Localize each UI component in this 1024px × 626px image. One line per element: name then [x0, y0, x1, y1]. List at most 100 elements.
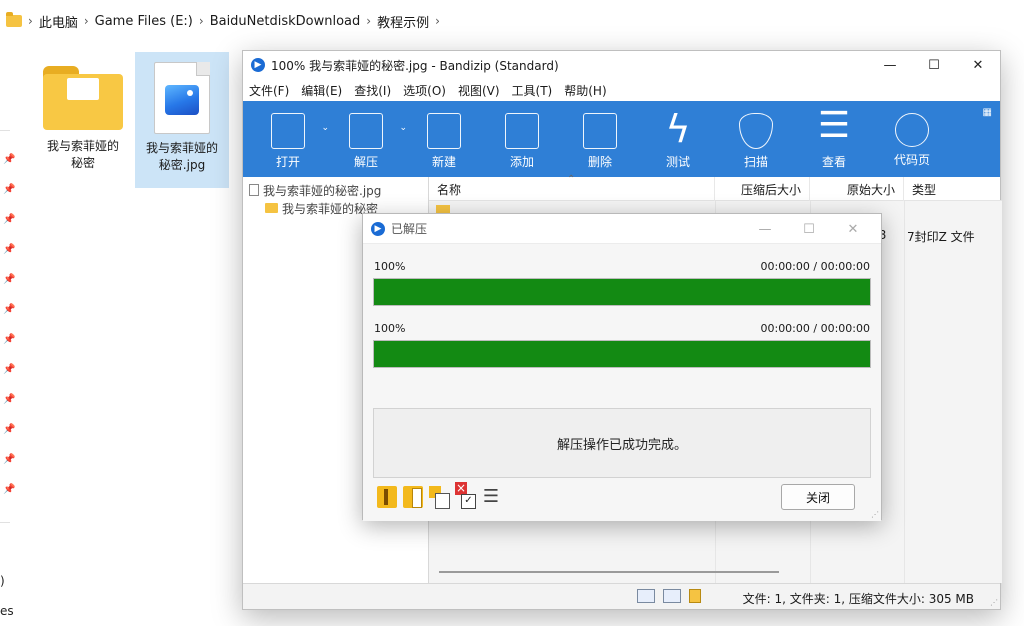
menu-bar: 文件(F) 编辑(E) 查找(I) 选项(O) 视图(V) 工具(T) 帮助(H… [243, 79, 1000, 101]
menu-tools[interactable]: 工具(T) [512, 82, 553, 99]
menu-options[interactable]: 选项(O) [403, 82, 446, 99]
menu-file[interactable]: 文件(F) [249, 82, 289, 99]
menu-icon[interactable]: ☰ [481, 486, 501, 508]
new-archive-button[interactable]: 新建 [405, 101, 483, 177]
column-packed-size[interactable]: 压缩后大小 [715, 177, 810, 201]
pin-icon[interactable]: 📌 [3, 154, 15, 165]
toolbar: ⌄ 打开 ⌄ 解压 新建 添加 删除 测试 扫描 查看 [243, 101, 1000, 177]
delete-archive-icon[interactable] [455, 482, 476, 509]
open-button[interactable]: ⌄ 打开 [249, 101, 329, 177]
minimize-button[interactable]: — [743, 214, 787, 244]
minimize-button[interactable]: — [868, 51, 912, 79]
tree-item-label: 我与索菲娅的秘密.jpg [263, 183, 382, 198]
divider [0, 130, 10, 131]
pin-icon[interactable]: 📌 [3, 304, 15, 315]
toolbar-label: 删除 [587, 155, 612, 169]
column-divider [904, 201, 905, 583]
toolbar-label: 测试 [665, 155, 690, 169]
nav-item-label[interactable]: es [0, 604, 14, 618]
toolbar-label: 扫描 [743, 155, 768, 169]
add-icon [505, 113, 539, 149]
status-text: 文件: 1, 文件夹: 1, 压缩文件大小: 305 MB [742, 592, 974, 606]
pin-icon[interactable]: 📌 [3, 184, 15, 195]
toolbar-label: 解压 [353, 155, 378, 169]
preview-pane-icon[interactable] [663, 589, 681, 603]
test-button[interactable]: 测试 [639, 101, 717, 177]
maximize-button[interactable]: ☐ [912, 51, 956, 79]
column-label: 名称 [437, 182, 462, 197]
breadcrumb-baidu-folder[interactable]: BaiduNetdiskDownload [210, 14, 361, 29]
pin-icon[interactable]: 📌 [3, 484, 15, 495]
open-folder-icon[interactable] [403, 486, 423, 508]
progress-fill [374, 279, 870, 305]
breadcrumb-this-pc[interactable]: 此电脑 [39, 12, 78, 31]
pin-icon[interactable]: 📌 [3, 394, 15, 405]
column-label: 压缩后大小 [740, 182, 801, 197]
file-name-line: 我与索菲娅的 [145, 141, 218, 155]
file-tile-jpg[interactable]: 我与索菲娅的 秘密.jpg [135, 52, 229, 188]
horizontal-scrollbar[interactable] [439, 571, 779, 573]
title-bar[interactable]: ▶ 100% 我与索菲娅的秘密.jpg - Bandizip (Standard… [243, 51, 1000, 79]
pin-icon[interactable]: 📌 [3, 244, 15, 255]
close-button[interactable]: ✕ [831, 214, 875, 244]
resize-grip-icon[interactable]: ⋰ [871, 510, 879, 519]
type-cell: 7封印Z 文件 [907, 230, 975, 244]
close-button[interactable]: ✕ [956, 51, 1000, 79]
progress-time: 00:00:00 / 00:00:00 [760, 260, 870, 273]
address-breadcrumb[interactable]: › 此电脑 › Game Files (E:) › BaiduNetdiskDo… [0, 0, 1024, 42]
progress-percent: 100% [374, 260, 406, 273]
chevron-right-icon: › [435, 14, 440, 28]
bandizip-logo-icon: ▶ [371, 221, 385, 236]
menu-view[interactable]: 视图(V) [458, 82, 500, 99]
dialog-title: 已解压 [391, 222, 428, 236]
resize-grip-icon[interactable]: ⋰ [990, 598, 998, 607]
pin-icon[interactable]: 📌 [3, 454, 15, 465]
delete-button[interactable]: 删除 [561, 101, 639, 177]
nav-item-label[interactable]: ) [0, 574, 5, 588]
menu-find[interactable]: 查找(I) [354, 82, 391, 99]
message-text: 解压操作已成功完成。 [556, 437, 687, 453]
chevron-right-icon: › [83, 14, 89, 28]
toolbar-label: 代码页 [893, 153, 930, 167]
file-tile-folder[interactable]: 我与索菲娅的 秘密 [36, 52, 130, 172]
tree-item-archive[interactable]: 我与索菲娅的秘密.jpg [243, 181, 428, 199]
extract-button[interactable]: ⌄ 解压 [327, 101, 407, 177]
add-button[interactable]: 添加 [483, 101, 561, 177]
pin-icon[interactable]: 📌 [3, 364, 15, 375]
copy-icon[interactable] [429, 486, 450, 509]
column-type[interactable]: 类型 [904, 177, 1002, 201]
sort-ascending-icon: ⌃ [567, 174, 576, 185]
window-title: 100% 我与索菲娅的秘密.jpg - Bandizip (Standard) [271, 58, 559, 73]
layout-grid-icon[interactable]: ▦ [983, 107, 992, 118]
open-folder-icon[interactable] [377, 486, 397, 508]
menu-help[interactable]: 帮助(H) [564, 82, 606, 99]
pin-icon[interactable]: 📌 [3, 424, 15, 435]
dialog-close-button[interactable]: 关闭 [781, 484, 855, 510]
view-button[interactable]: 查看 [795, 101, 873, 177]
breadcrumb-tutorial-folder[interactable]: 教程示例 [377, 12, 429, 31]
pin-icon[interactable]: 📌 [3, 274, 15, 285]
new-archive-icon [427, 113, 461, 149]
progress-percent: 100% [374, 322, 406, 335]
pin-icon[interactable]: 📌 [3, 214, 15, 225]
folder-icon [6, 12, 22, 27]
breadcrumb-drive[interactable]: Game Files (E:) [95, 14, 193, 29]
open-icon [271, 113, 305, 149]
toolbar-label: 新建 [431, 155, 456, 169]
scan-button[interactable]: 扫描 [717, 101, 795, 177]
codepage-button[interactable]: 代码页 [873, 101, 951, 177]
dialog-title-bar[interactable]: ▶ 已解压 — ☐ ✕ [363, 214, 881, 244]
column-original-size[interactable]: 原始大小 [810, 177, 904, 201]
pin-icon[interactable]: 📌 [3, 334, 15, 345]
maximize-button[interactable]: ☐ [787, 214, 831, 244]
toolbar-label: 查看 [821, 155, 846, 169]
extract-icon [349, 113, 383, 149]
archive-icon[interactable] [689, 589, 701, 603]
column-name[interactable]: 名称 ⌃ [429, 174, 715, 201]
progress-time: 00:00:00 / 00:00:00 [760, 322, 870, 335]
progress-bar-total [373, 340, 871, 368]
details-view-icon[interactable] [637, 589, 655, 603]
menu-edit[interactable]: 编辑(E) [301, 82, 342, 99]
dialog-body: 100% 00:00:00 / 00:00:00 100% 00:00:00 /… [363, 244, 881, 521]
column-label: 类型 [912, 182, 937, 197]
